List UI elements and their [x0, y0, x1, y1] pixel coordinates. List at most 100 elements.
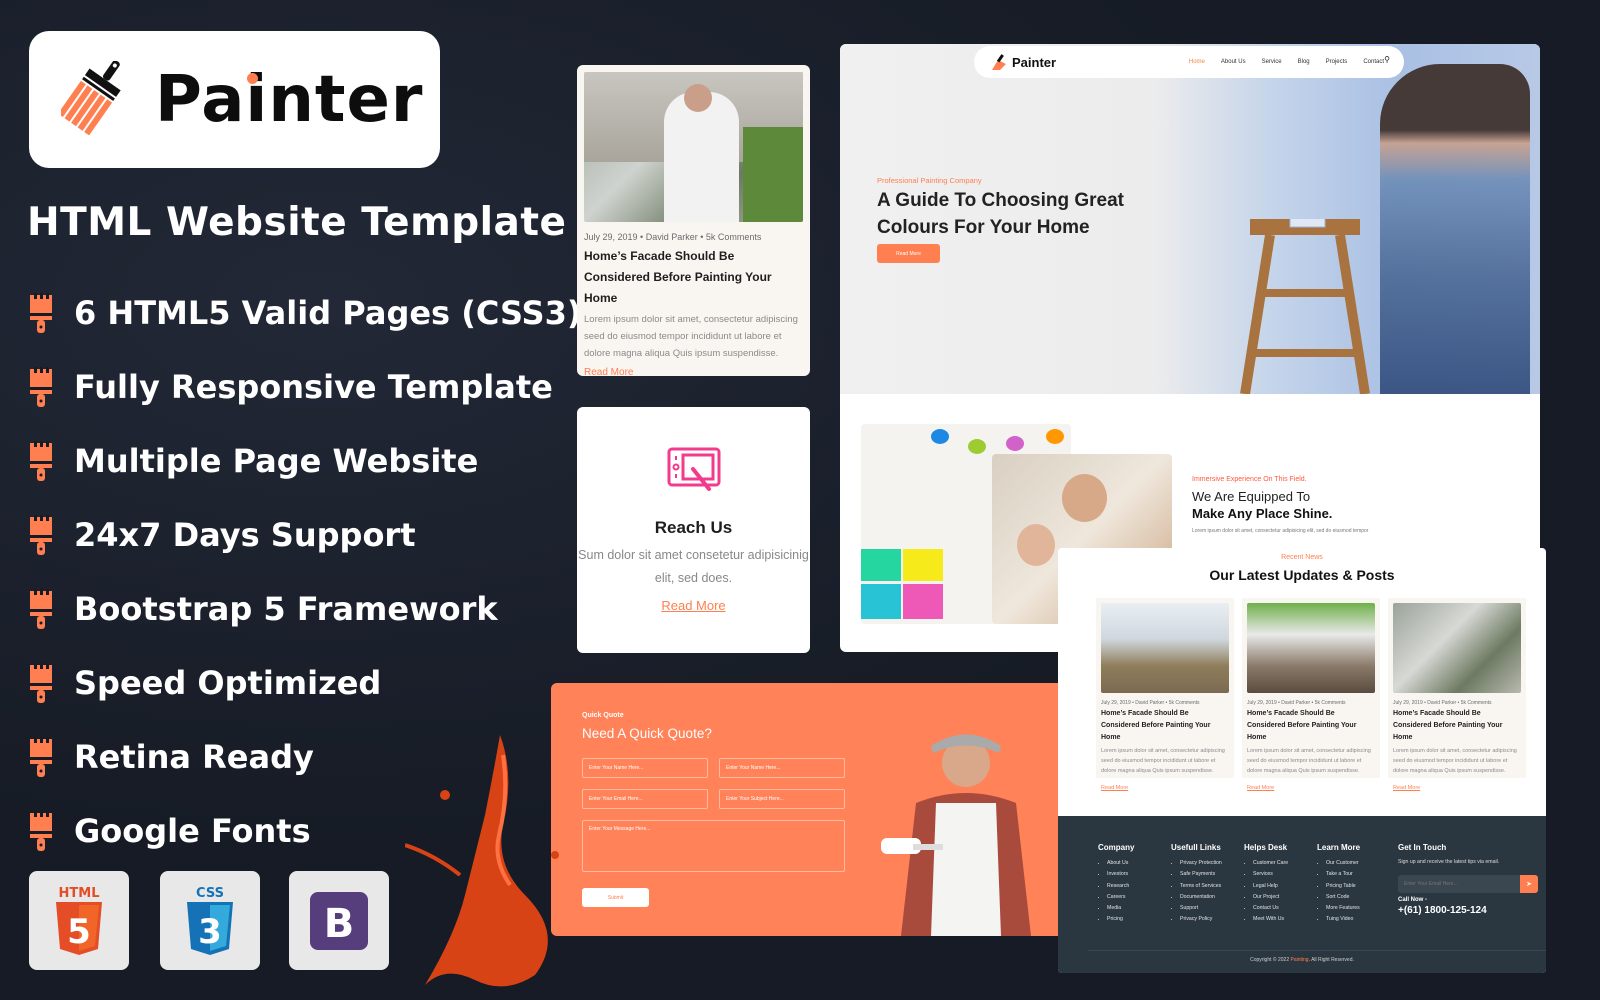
footer-link[interactable]: Media [1107, 903, 1134, 914]
paint-brush-icon [30, 663, 52, 703]
post-title[interactable]: Home’s Facade Should Be Considered Befor… [584, 246, 803, 309]
post-title[interactable]: Home’s Facade Should Be Considered Befor… [1101, 708, 1229, 744]
footer-link[interactable]: Support [1180, 903, 1222, 914]
footer-link[interactable]: Terms of Services [1180, 881, 1222, 892]
name-input[interactable] [582, 758, 708, 778]
news-and-footer-preview: Recent News Our Latest Updates & Posts J… [1058, 548, 1546, 973]
about-title-line2: Make Any Place Shine. [1192, 506, 1333, 521]
nav-link-home[interactable]: Home [1189, 59, 1205, 65]
subject-input[interactable] [719, 789, 845, 809]
footer-column-title: Company [1098, 843, 1135, 852]
news-card: July 29, 2019 • David Parker • 5k Commen… [1388, 598, 1526, 791]
hero-section: Painter Home About Us Service Blog Projects C… [840, 44, 1540, 394]
hero-read-more-button[interactable]: Read More [877, 244, 940, 263]
footer-link[interactable]: Privacy Protection [1180, 858, 1222, 869]
message-textarea[interactable] [582, 820, 845, 872]
footer-link[interactable]: Pricing [1107, 914, 1134, 925]
footer-link[interactable]: Take a Tour [1326, 869, 1360, 880]
paint-brush-icon [30, 811, 52, 851]
footer-link[interactable]: Sort Code [1326, 892, 1360, 903]
footer-link[interactable]: Tuing Video [1326, 914, 1360, 925]
feature-item: Retina Ready [28, 720, 581, 794]
nav-link-blog[interactable]: Blog [1298, 59, 1310, 65]
footer-link[interactable]: About Us [1107, 858, 1134, 869]
about-title-line1: We Are Equipped To [1192, 489, 1311, 504]
news-title: Our Latest Updates & Posts [1209, 567, 1395, 583]
nav-logo-text[interactable]: Painter [1012, 55, 1056, 70]
footer-link[interactable]: Careers [1107, 892, 1134, 903]
feature-item: Google Fonts [28, 794, 581, 868]
nav-link-about-us[interactable]: About Us [1221, 59, 1246, 65]
html5-badge: HTML 5 [29, 871, 129, 970]
blog-card: July 29, 2019 • David Parker • 5k Commen… [577, 65, 810, 376]
footer-link[interactable]: Our Customer [1326, 858, 1360, 869]
feature-label: Google Fonts [74, 812, 311, 850]
phone-number[interactable]: +(61) 1800-125-124 [1398, 905, 1538, 916]
feature-label: 24x7 Days Support [74, 516, 416, 554]
email-input[interactable] [582, 789, 708, 809]
read-more-link[interactable]: Read More [1247, 785, 1274, 791]
footer-link[interactable]: Investors [1107, 869, 1134, 880]
name-input-2[interactable] [719, 758, 845, 778]
paint-brush-logo-icon [61, 60, 121, 135]
site-footer: CompanyAbout UsInvestorsResearchCareersM… [1058, 816, 1546, 973]
nav-link-service[interactable]: Service [1262, 59, 1282, 65]
footer-link[interactable]: More Features [1326, 903, 1360, 914]
read-more-link[interactable]: Read More [1101, 785, 1128, 791]
hero-tagline: Professional Painting Company [877, 176, 982, 185]
feature-item: Speed Optimized [28, 646, 581, 720]
footer-link[interactable]: Our Project [1253, 892, 1288, 903]
feature-item: 6 HTML5 Valid Pages (CSS3) [28, 276, 581, 350]
svg-text:HTML: HTML [59, 886, 100, 901]
logo-icon [992, 54, 1006, 70]
get-in-touch: Get In Touch Sign up and receive the lat… [1398, 843, 1538, 916]
footer-link-list: Privacy ProtectionSafe PaymentsTerms of … [1171, 858, 1222, 926]
site-navbar: Painter Home About Us Service Blog Projects C… [974, 46, 1404, 78]
submit-button[interactable]: Submit [582, 888, 649, 907]
feature-label: Multiple Page Website [74, 442, 479, 480]
send-button[interactable]: ➤ [1520, 875, 1538, 893]
quote-tagline: Quick Quote [582, 712, 624, 719]
svg-text:CSS: CSS [196, 886, 224, 901]
hero-title: A Guide To Choosing Great Colours For Yo… [877, 187, 1124, 241]
page-subtitle: HTML Website Template [27, 200, 567, 245]
post-title[interactable]: Home’s Facade Should Be Considered Befor… [1247, 708, 1375, 744]
feature-label: 6 HTML5 Valid Pages (CSS3) [74, 294, 582, 332]
copyright-brand-link[interactable]: Painting [1290, 957, 1308, 963]
ladder-image [1240, 219, 1370, 394]
footer-link[interactable]: Meet With Us [1253, 914, 1288, 925]
reach-us-card: Reach Us Sum dolor sit amet consetetur a… [577, 407, 810, 653]
feature-list: 6 HTML5 Valid Pages (CSS3) Fully Responsi… [28, 276, 581, 868]
newsletter-email-input[interactable] [1398, 875, 1520, 893]
news-card: July 29, 2019 • David Parker • 5k Commen… [1242, 598, 1380, 791]
footer-link[interactable]: Contact Us [1253, 903, 1288, 914]
svg-text:B: B [324, 901, 355, 947]
footer-link[interactable]: Customer Care [1253, 858, 1288, 869]
drawing-tablet-icon [667, 447, 720, 491]
footer-link[interactable]: Research [1107, 881, 1134, 892]
footer-link[interactable]: Safe Payments [1180, 869, 1222, 880]
footer-link[interactable]: Services [1253, 869, 1288, 880]
read-more-link[interactable]: Read More [661, 598, 725, 613]
nav-link-contact[interactable]: Contact [1363, 59, 1384, 65]
news-photo [1393, 603, 1521, 693]
touch-text: Sign up and receive the latest tips via … [1398, 859, 1500, 865]
footer-link[interactable]: Documentation [1180, 892, 1222, 903]
css3-icon: CSS 3 [187, 886, 233, 955]
post-excerpt: Lorem ipsum dolor sit amet, consectetur … [1247, 748, 1371, 774]
footer-link[interactable]: Legal Help [1253, 881, 1288, 892]
read-more-link[interactable]: Read More [584, 367, 633, 376]
read-more-link[interactable]: Read More [1393, 785, 1420, 791]
nav-links: Home About Us Service Blog Projects Contact [1189, 59, 1384, 65]
about-tagline: Immersive Experience On This Field. [1192, 476, 1307, 483]
painter-woman-image [1380, 64, 1530, 394]
nav-link-projects[interactable]: Projects [1326, 59, 1348, 65]
footer-link[interactable]: Privacy Policy [1180, 914, 1222, 925]
logo-dot [247, 72, 258, 84]
brand-logo: Painter [29, 31, 440, 168]
news-photo [1101, 603, 1229, 693]
post-title[interactable]: Home’s Facade Should Be Considered Befor… [1393, 708, 1521, 744]
footer-link[interactable]: Pricing Table [1326, 881, 1360, 892]
search-icon[interactable]: ⚲ [1384, 55, 1390, 64]
footer-link-list: About UsInvestorsResearchCareersMediaPri… [1098, 858, 1134, 926]
